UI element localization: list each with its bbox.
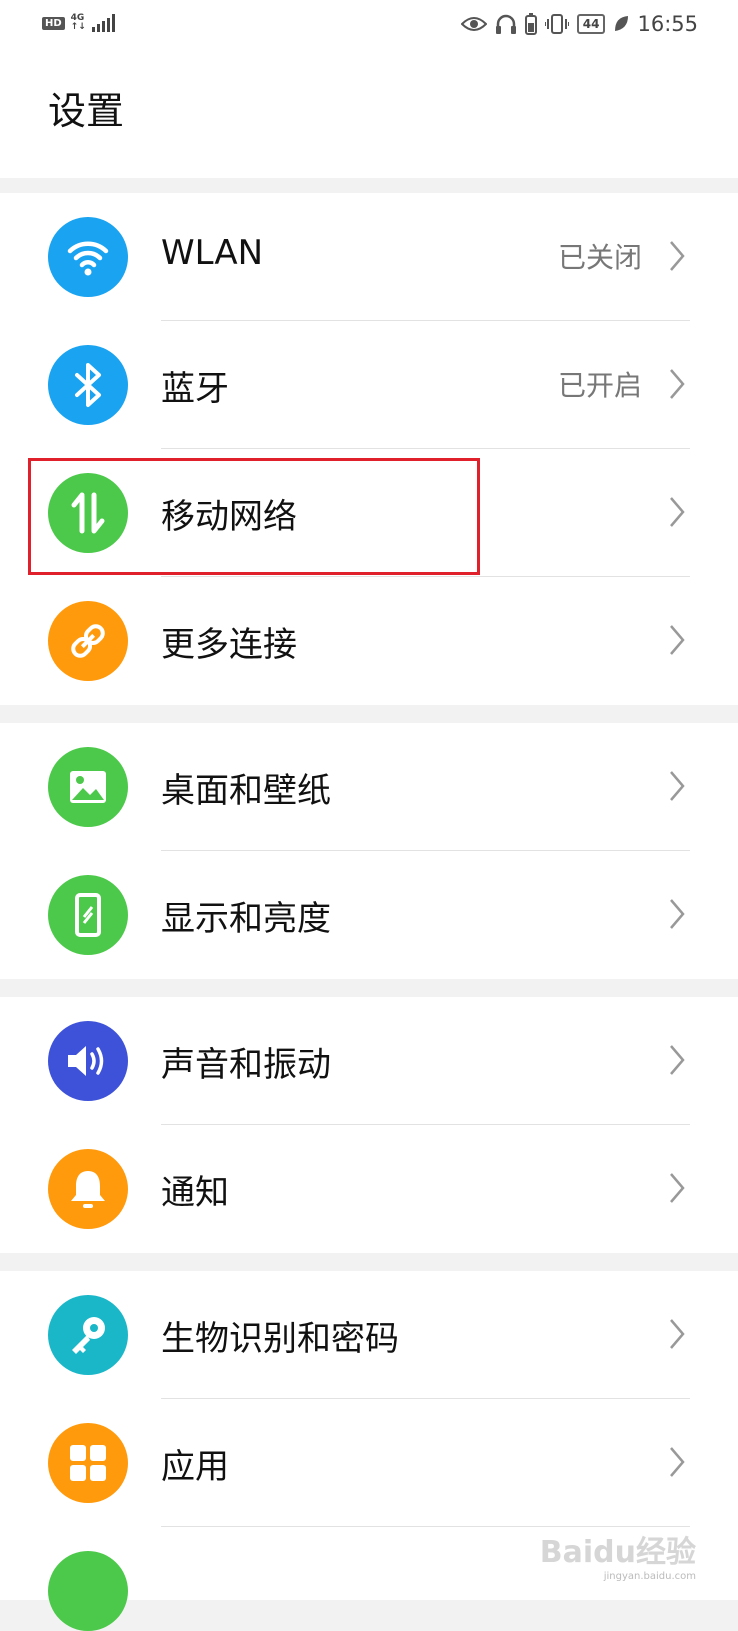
- settings-group-connections: WLAN 已关闭 蓝牙 已开启 移动网络 更多连接: [0, 193, 738, 705]
- link-icon: [48, 601, 128, 681]
- chevron-right-icon: [670, 241, 685, 271]
- chevron-right-icon: [670, 1173, 685, 1203]
- settings-group-display: 桌面和壁纸 显示和亮度: [0, 723, 738, 979]
- wifi-icon: [48, 217, 128, 297]
- eye-icon: [460, 17, 487, 31]
- signal-icon: [91, 14, 115, 32]
- display-icon: [48, 875, 128, 955]
- settings-row-label: 应用: [161, 1447, 229, 1487]
- settings-group-sound: 声音和振动 通知: [0, 997, 738, 1253]
- chevron-right-icon: [670, 899, 685, 929]
- settings-row-label: 蓝牙: [161, 369, 229, 409]
- settings-row-wallpaper[interactable]: 桌面和壁纸: [0, 723, 738, 851]
- key-icon: [48, 1295, 128, 1375]
- network-type: 4G ↑↓: [71, 14, 86, 32]
- chevron-right-icon: [670, 625, 685, 655]
- settings-row-bluetooth[interactable]: 蓝牙 已开启: [0, 321, 738, 449]
- settings-row-label: 生物识别和密码: [161, 1319, 399, 1359]
- bell-icon: [48, 1149, 128, 1229]
- settings-row-apps[interactable]: 应用: [0, 1399, 738, 1527]
- settings-row-wlan[interactable]: WLAN 已关闭: [0, 193, 738, 321]
- hd-badge: HD: [42, 16, 65, 30]
- chevron-right-icon: [670, 1447, 685, 1477]
- clock: 16:55: [637, 12, 698, 36]
- chevron-right-icon: [670, 497, 685, 527]
- settings-row-label: 移动网络: [161, 497, 297, 537]
- watermark-sub: jingyan.baidu.com: [603, 1571, 696, 1582]
- watermark-text: Baidu经验: [539, 1535, 696, 1570]
- settings-row-label: 更多连接: [161, 625, 297, 665]
- network-activity-label: ↑↓: [70, 22, 86, 32]
- partial-row-icon[interactable]: [48, 1551, 128, 1631]
- page-title: 设置: [48, 89, 125, 133]
- settings-row-label: 通知: [161, 1173, 229, 1213]
- vibrate-icon: [544, 14, 569, 34]
- settings-row-value: 已关闭: [557, 241, 642, 274]
- settings-row-label: 声音和振动: [161, 1045, 331, 1085]
- settings-row-sound-vibration[interactable]: 声音和振动: [0, 997, 738, 1125]
- chevron-right-icon: [670, 771, 685, 801]
- status-bar: HD 4G ↑↓ 44 16:55: [0, 0, 738, 50]
- chevron-right-icon: [670, 369, 685, 399]
- chevron-right-icon: [670, 1319, 685, 1349]
- baidu-watermark: Baidu经验 jingyan.baidu.com: [540, 1527, 696, 1582]
- settings-row-mobile-network[interactable]: 移动网络: [0, 449, 738, 577]
- mobile-data-icon: [48, 473, 128, 553]
- leaf-icon: [615, 16, 629, 31]
- wallpaper-icon: [48, 747, 128, 827]
- status-left: HD 4G ↑↓: [42, 14, 115, 32]
- settings-row-value: 已开启: [557, 369, 642, 402]
- phone-battery-icon: [524, 13, 537, 35]
- settings-row-notifications[interactable]: 通知: [0, 1125, 738, 1253]
- settings-row-more-connections[interactable]: 更多连接: [0, 577, 738, 705]
- bluetooth-icon: [48, 345, 128, 425]
- status-right: 44 16:55: [460, 12, 698, 36]
- settings-row-label: WLAN: [161, 233, 264, 273]
- battery-level: 44: [576, 14, 606, 34]
- settings-row-label: 显示和亮度: [161, 899, 331, 939]
- settings-row-display-brightness[interactable]: 显示和亮度: [0, 851, 738, 979]
- headphones-icon: [495, 14, 516, 34]
- apps-grid-icon: [48, 1423, 128, 1503]
- chevron-right-icon: [670, 1045, 685, 1075]
- page-header: 设置: [0, 50, 738, 178]
- speaker-icon: [48, 1021, 128, 1101]
- settings-row-biometrics-password[interactable]: 生物识别和密码: [0, 1271, 738, 1399]
- settings-row-label: 桌面和壁纸: [161, 771, 331, 811]
